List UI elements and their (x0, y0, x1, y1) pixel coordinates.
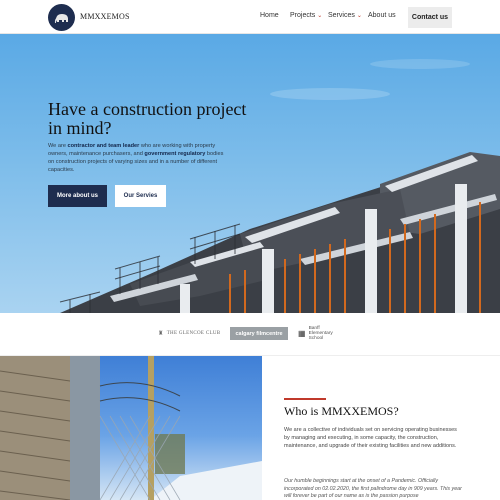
nav-item-label: Home (260, 12, 279, 19)
hero-highlight: government regulatory (144, 151, 206, 157)
more-about-us-button[interactable]: More about us (48, 185, 107, 207)
nav-item-label: Projects (290, 12, 316, 19)
nav-item-projects[interactable]: Projects ⌄ (290, 12, 322, 19)
banff-school-logo: ▦ Banff Elementary School (298, 326, 333, 342)
chevron-down-icon: ⌄ (356, 13, 362, 19)
brand-name[interactable]: MMXXEMOS (80, 12, 130, 21)
school-icon: ▦ (298, 329, 306, 339)
about-text: We are a collective of individuals set o… (284, 427, 457, 449)
accent-rule (284, 398, 326, 400)
crest-icon: ♜ (158, 331, 164, 337)
hero-highlight: contractor and team leader (67, 143, 140, 149)
nav-item-services[interactable]: Services ⌄ (328, 12, 362, 19)
glencoe-club-logo: ♜ THE GLENCOE CLUB (158, 331, 221, 337)
hero-description: We are contractor and team leader who ar… (48, 143, 224, 173)
elephant-emblem-icon (54, 13, 68, 23)
top-navigation: MMXXEMOS Home Projects ⌄ Services ⌄ Abou… (0, 0, 500, 34)
client-logos: ♜ THE GLENCOE CLUB calgary filmcentre ▦ … (0, 313, 500, 356)
about-story: Our humble beginnings start at the onset… (284, 478, 462, 500)
nav-item-label: About us (368, 12, 396, 19)
contact-button[interactable]: Contact us (408, 7, 452, 28)
nav-item-label: Services (328, 12, 355, 19)
our-services-button[interactable]: Our Servies (115, 185, 166, 207)
nav-item-about[interactable]: About us (368, 12, 396, 19)
fence-photo-art (0, 356, 262, 500)
calgary-filmcentre-logo: calgary filmcentre (230, 327, 288, 340)
hero-title: Have a construction project in mind? (48, 99, 247, 138)
fence-site-photo (0, 356, 262, 500)
logo[interactable] (48, 4, 75, 31)
hero-section: Have a construction project in mind? We … (0, 34, 500, 313)
chevron-down-icon: ⌄ (317, 13, 323, 19)
about-title: Who is MMXXEMOS? (284, 404, 399, 418)
nav-item-home[interactable]: Home (260, 12, 279, 19)
about-section: Who is MMXXEMOS? We are a collective of … (262, 356, 500, 500)
